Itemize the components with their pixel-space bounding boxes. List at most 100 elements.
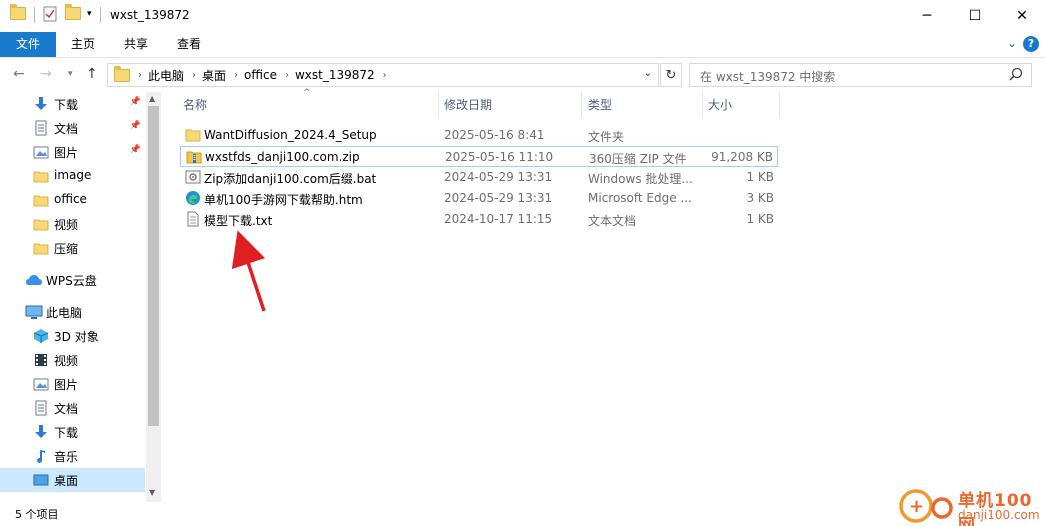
file-row[interactable]: 单机100手游网下载帮助.htm 2024-05-29 13:31 Microsof… [180, 188, 778, 209]
breadcrumb-separator-icon[interactable]: › [138, 70, 142, 81]
nav-scrollbar[interactable]: ▲ ▼ [146, 92, 161, 502]
file-size: 3 KB [746, 191, 774, 205]
sidebar-item-label: 图片 [54, 146, 79, 160]
close-button[interactable]: ✕ [999, 0, 1045, 32]
column-divider[interactable] [438, 92, 439, 118]
sidebar-item[interactable]: 下载 📌 [0, 92, 145, 116]
column-header-date[interactable]: 修改日期 [444, 92, 492, 118]
batch-file-icon [185, 169, 201, 185]
search-input[interactable]: 在 wxst_139872 中搜索 [689, 63, 1032, 87]
title-bar: ▾ wxst_139872 ─ ☐ ✕ [0, 0, 1045, 32]
sidebar-item[interactable]: 图片 [0, 372, 145, 396]
sidebar-item[interactable]: 3D 对象 [0, 324, 145, 348]
back-arrow-icon[interactable]: ← [13, 66, 25, 82]
file-size: 1 KB [746, 170, 774, 184]
sidebar-item-label: 图片 [54, 378, 79, 392]
pictures-icon [33, 376, 49, 392]
column-divider[interactable] [702, 92, 703, 118]
sidebar-item-label: 3D 对象 [54, 330, 99, 344]
folder-icon [33, 216, 49, 232]
file-list: 名称 ^ 修改日期 类型 大小 WantDiffusion_2024.4_Set… [175, 88, 1045, 502]
tab-home[interactable]: 主页 [60, 32, 106, 57]
file-row[interactable]: wxstfds_danji100.com.zip 2025-05-16 11:10… [180, 146, 778, 167]
file-type: Microsoft Edge ... [588, 191, 692, 205]
sidebar-item-label: 此电脑 [46, 306, 83, 320]
file-type: Windows 批处理... [588, 172, 693, 186]
annotation-arrow [231, 230, 266, 312]
tab-share[interactable]: 共享 [113, 32, 159, 57]
breadcrumb-separator-icon[interactable]: › [192, 70, 196, 81]
breadcrumb-this-pc[interactable]: 此电脑 [148, 67, 184, 84]
sidebar-item[interactable]: 视频 [0, 212, 145, 236]
maximize-button[interactable]: ☐ [952, 0, 998, 32]
column-divider[interactable] [779, 92, 780, 118]
sidebar-item[interactable]: image [0, 164, 145, 188]
sidebar-item[interactable]: 下载 [0, 420, 145, 444]
new-folder-icon[interactable] [65, 4, 81, 20]
3d-objects-icon [33, 328, 49, 344]
tab-file[interactable]: 文件 [0, 32, 56, 57]
sidebar-item[interactable]: 音乐 [0, 444, 145, 468]
sidebar-item[interactable]: 图片 📌 [0, 140, 145, 164]
column-header-size[interactable]: 大小 [708, 92, 732, 118]
file-size: 1 KB [746, 212, 774, 226]
file-date: 2025-05-16 8:41 [444, 128, 545, 142]
sidebar-item[interactable]: 文档 [0, 396, 145, 420]
recent-locations-chevron-icon[interactable]: ▾ [68, 69, 73, 79]
pin-icon[interactable]: 📌 [130, 97, 141, 107]
scroll-thumb[interactable] [148, 106, 159, 426]
breadcrumb-office[interactable]: office [244, 68, 277, 82]
sidebar-item-label: 音乐 [54, 450, 79, 464]
up-arrow-icon[interactable]: ↑ [86, 66, 98, 82]
folder-icon [33, 168, 49, 184]
file-row[interactable]: Zip添加danji100.com后缀.bat 2024-05-29 13:31 W… [180, 167, 778, 188]
scroll-down-arrow-icon[interactable]: ▼ [149, 488, 155, 497]
svg-text:+: + [909, 496, 924, 517]
column-header-name[interactable]: 名称 [183, 92, 207, 118]
search-placeholder: 在 wxst_139872 中搜索 [700, 70, 836, 84]
breadcrumb-current[interactable]: wxst_139872 [295, 68, 375, 82]
sidebar-item[interactable]: 视频 [0, 348, 145, 372]
breadcrumb-desktop[interactable]: 桌面 [202, 67, 226, 84]
customize-quick-access-icon[interactable]: ▾ [87, 9, 92, 19]
sidebar-item[interactable]: 压缩 [0, 236, 145, 260]
properties-check-icon[interactable] [43, 6, 57, 22]
tab-view[interactable]: 查看 [166, 32, 212, 57]
sidebar-item-label: 压缩 [54, 242, 79, 256]
file-name: WantDiffusion_2024.4_Setup [204, 128, 377, 142]
breadcrumb-separator-icon[interactable]: › [234, 70, 238, 81]
cloud-icon [25, 272, 42, 288]
download-arrow-icon [33, 424, 49, 440]
breadcrumb-separator-icon[interactable]: › [285, 70, 289, 81]
desktop-icon [33, 472, 49, 488]
status-item-count: 5 个项目 [15, 508, 59, 521]
breadcrumb-separator-icon[interactable]: › [383, 70, 387, 81]
sidebar-item[interactable]: 此电脑 [0, 300, 145, 324]
sidebar-item[interactable]: WPS云盘 [0, 268, 145, 292]
ribbon-tabs: 文件 主页 共享 查看 ⌄ ? [0, 32, 1045, 58]
column-header-type[interactable]: 类型 [588, 92, 612, 118]
minimize-button[interactable]: ─ [904, 0, 950, 32]
sidebar-item[interactable]: 桌面 [0, 468, 145, 492]
pin-icon[interactable]: 📌 [130, 121, 141, 131]
file-date: 2025-05-16 11:10 [445, 150, 554, 164]
file-row[interactable]: WantDiffusion_2024.4_Setup 2025-05-16 8:4… [180, 125, 778, 146]
pin-icon[interactable]: 📌 [130, 145, 141, 155]
sidebar-item[interactable]: office [0, 188, 145, 212]
navigation-pane: 下载 📌 文档 📌 图片 📌 image office 视频 压缩 WPS云盘 此电脑 3D 对象 视频图… [0, 92, 160, 502]
refresh-button[interactable]: ↻ [660, 63, 682, 87]
quick-access-folder-icon[interactable] [10, 4, 26, 20]
scroll-up-arrow-icon[interactable]: ▲ [149, 94, 155, 103]
sidebar-item[interactable]: 文档 📌 [0, 116, 145, 140]
column-divider[interactable] [581, 92, 582, 118]
folder-icon [33, 192, 49, 208]
pictures-icon [33, 144, 49, 160]
help-icon[interactable]: ? [1023, 36, 1039, 52]
search-icon[interactable] [1009, 67, 1023, 84]
refresh-icon: ↻ [665, 67, 677, 83]
forward-arrow-icon[interactable]: → [40, 66, 52, 82]
address-bar[interactable]: › 此电脑 › 桌面 › office › wxst_139872 › ⌄ [107, 63, 659, 87]
address-history-chevron-icon[interactable]: ⌄ [644, 68, 652, 79]
expand-ribbon-chevron-icon[interactable]: ⌄ [1007, 36, 1017, 50]
sort-ascending-icon: ^ [303, 88, 311, 98]
